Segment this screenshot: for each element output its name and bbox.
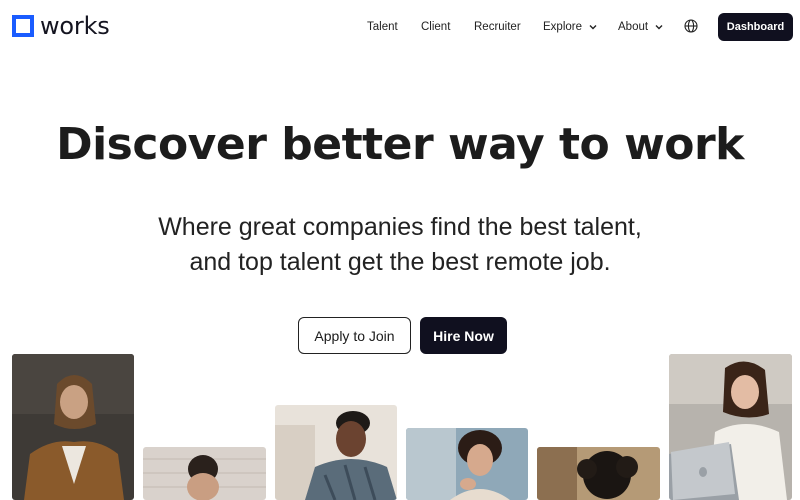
hero-subtitle: Where great companies find the best tale… [0,210,800,280]
talent-photo-image [537,447,660,500]
chevron-down-icon [589,25,597,30]
talent-photo-image [406,428,528,500]
nav-item-about[interactable]: About [618,18,664,36]
nav-item-label: Recruiter [474,21,521,33]
talent-photo-image [12,354,134,500]
nav-item-label: About [618,21,649,33]
nav-item-label: Client [421,21,451,33]
hero-title-pre: Discover [56,119,282,170]
apply-to-join-button[interactable]: Apply to Join [298,317,411,354]
dashboard-button[interactable]: Dashboard [718,13,793,41]
hire-now-button[interactable]: Hire Now [420,317,507,354]
hero-subtitle-line-2: and top talent get the best remote job. [189,248,611,276]
hero-title-bold: better way [281,119,545,170]
talent-photo-3 [275,405,397,500]
nav-item-talent[interactable]: Talent [367,18,398,36]
globe-icon[interactable] [684,19,698,33]
nav-item-client[interactable]: Client [421,18,450,36]
talent-photo-image [143,447,266,500]
talent-photo-5 [537,447,660,500]
main-nav: Talent Client Recruiter Explore About [0,18,800,36]
top-navigation-bar: works Talent Client Recruiter Explore Ab… [0,0,800,54]
talent-photo-2 [143,447,266,500]
nav-item-explore[interactable]: Explore [543,18,598,36]
hero-subtitle-line-1: Where great companies find the best tale… [158,213,642,241]
hero-title: Discover better way to work [0,116,800,174]
nav-item-label: Talent [367,21,398,33]
talent-photo-4 [406,428,528,500]
nav-item-label: Explore [543,21,582,33]
hero-title-post: to work [544,119,744,170]
nav-item-recruiter[interactable]: Recruiter [474,18,521,36]
talent-photo-1 [12,354,134,500]
talent-photo-6 [669,354,792,500]
chevron-down-icon [655,25,663,30]
talent-photo-image [275,405,397,500]
talent-photo-image [669,354,792,500]
